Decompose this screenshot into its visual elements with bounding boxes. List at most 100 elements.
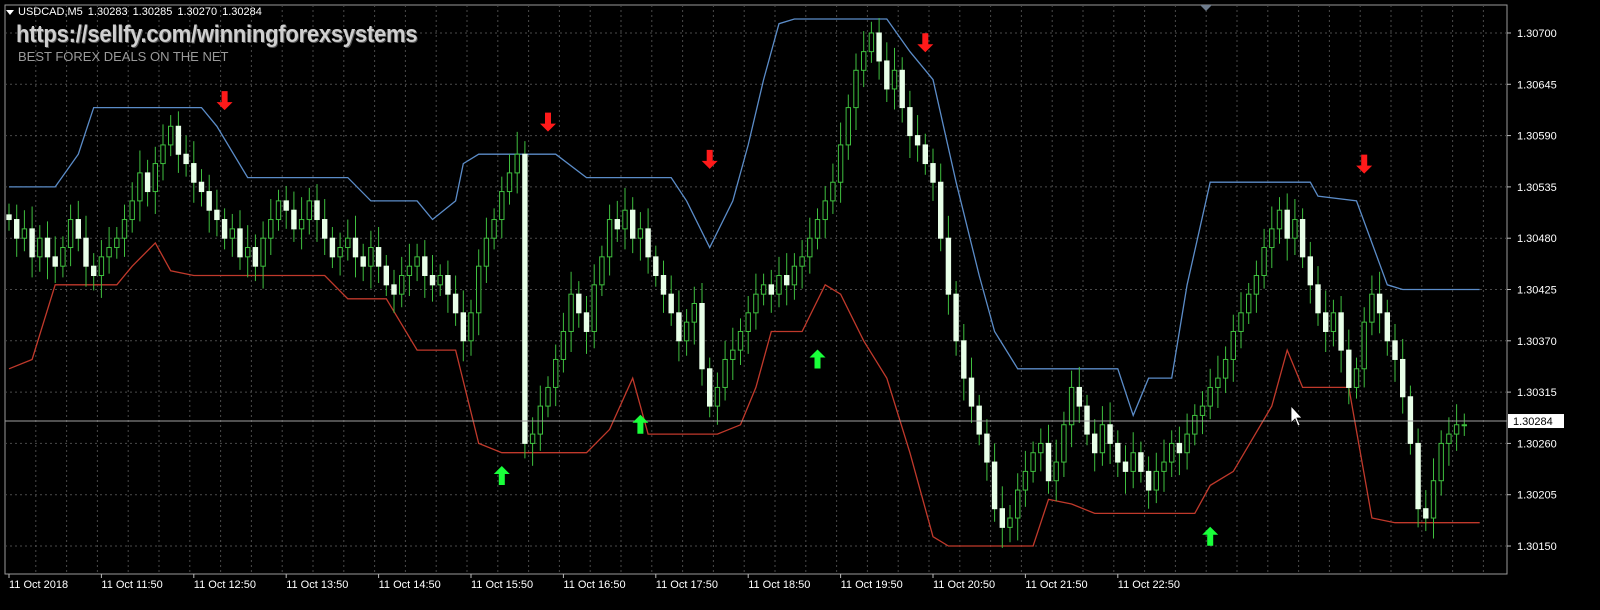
x-tick-label: 11 Oct 13:50	[286, 579, 348, 591]
candle-bear	[291, 209, 297, 230]
candle-bear	[999, 508, 1005, 528]
candle-bull	[229, 228, 236, 239]
candle-bull	[137, 172, 143, 202]
candle-bear	[1307, 256, 1313, 286]
candle-bull	[853, 69, 859, 109]
buy-arrow-icon	[1202, 526, 1219, 546]
candle-bear	[206, 191, 212, 211]
candle-bull	[599, 256, 605, 286]
price-chart[interactable]: 1.30700 1.30645 1.30590 1.30535 1.30480 1.304…	[0, 0, 1600, 610]
candle-bull	[298, 219, 305, 230]
candle-bull	[1061, 424, 1067, 463]
x-tick-label: 11 Oct 16:50	[563, 579, 625, 591]
candle-bear	[1176, 442, 1183, 454]
candle-bull	[37, 237, 43, 258]
candle-bear	[1145, 470, 1152, 491]
candle-bull	[1007, 517, 1013, 528]
candle-bull	[506, 172, 513, 193]
sell-arrow-icon	[917, 33, 934, 53]
candle-bear	[522, 153, 528, 444]
candle-bear	[907, 107, 913, 137]
candle-bull	[722, 358, 728, 388]
candle-bull	[791, 265, 798, 286]
candle-bear	[237, 228, 243, 258]
candle-bull	[1068, 386, 1075, 426]
close-price: 1.30284	[222, 6, 262, 18]
candle-bull	[168, 125, 174, 146]
x-tick-label: 11 Oct 14:50	[379, 579, 441, 591]
y-tick-label: 1.30150	[1517, 541, 1557, 553]
candle-bull	[745, 312, 751, 332]
candle-bull	[129, 200, 135, 221]
candle-bull	[714, 386, 721, 407]
candle-bull	[476, 265, 482, 314]
candle-bear	[91, 265, 97, 277]
candle-bear	[75, 219, 81, 239]
candle-bull	[1369, 293, 1375, 323]
candle-bull	[1207, 386, 1213, 407]
sell-arrow-icon	[540, 112, 556, 132]
candle-bear	[961, 340, 967, 379]
candle-bear	[884, 60, 890, 90]
candle-bear	[1415, 442, 1421, 510]
candle-bear	[314, 200, 320, 221]
candle-bull	[121, 219, 128, 239]
candle-bear	[1076, 386, 1082, 407]
candle-bear	[1346, 349, 1352, 388]
x-tick-label: 11 Oct 22:50	[1118, 579, 1180, 591]
chart-shift-marker-icon[interactable]	[1200, 5, 1212, 11]
candle-bull	[21, 228, 28, 239]
candle-bull	[568, 293, 574, 332]
candle-bull	[637, 228, 644, 239]
candle-bear	[576, 293, 582, 314]
x-tick-label: 11 Oct 21:50	[1025, 579, 1087, 591]
candle-bear	[221, 219, 228, 239]
candle-bull	[1161, 461, 1167, 472]
candle-bear	[6, 214, 12, 221]
candle-bear	[976, 405, 982, 435]
candle-bear	[391, 284, 397, 295]
candle-bull	[730, 349, 736, 360]
x-tick-label: 11 Oct 20:50	[933, 579, 995, 591]
sell-arrow-icon	[1356, 154, 1373, 174]
candle-bear	[991, 461, 998, 510]
sell-arrow-icon	[216, 91, 233, 111]
candle-bull	[1461, 424, 1467, 427]
candle-bull	[337, 247, 343, 258]
candle-bull	[807, 237, 813, 258]
candle-bear	[1092, 433, 1098, 454]
candle-bull	[691, 302, 697, 323]
symbol-label: USDCAD,M5	[18, 6, 83, 18]
candle-bear	[429, 275, 436, 286]
open-price: 1.30283	[87, 6, 128, 18]
candle-bull	[837, 144, 844, 183]
candle-bear	[1407, 396, 1414, 444]
candle-bull	[1361, 321, 1367, 370]
candle-bear	[953, 293, 959, 342]
candle-bear	[1115, 442, 1121, 463]
candle-bull	[306, 200, 313, 221]
candle-bull	[1215, 377, 1221, 388]
candle-bear	[183, 153, 189, 165]
candle-bull	[1330, 312, 1337, 332]
candle-bear	[583, 312, 590, 332]
candle-bear	[914, 135, 921, 146]
watermark-tagline: BEST FOREX DEALS ON THE NET	[18, 49, 229, 64]
candle-bull	[1430, 480, 1437, 519]
candle-bull	[753, 293, 759, 314]
candle-bear	[922, 144, 928, 165]
candle-bull	[245, 247, 251, 258]
candle-bull	[1153, 470, 1159, 491]
candle-bull	[776, 275, 782, 295]
candle-bull	[737, 330, 744, 351]
candle-bull	[1038, 442, 1044, 454]
candle-bull	[891, 69, 898, 90]
y-tick-label: 1.30315	[1517, 387, 1557, 399]
candle-bear	[1138, 452, 1144, 472]
dropdown-triangle-icon[interactable]	[6, 9, 14, 15]
candle-bear	[452, 293, 459, 314]
candle-bear	[175, 125, 182, 155]
candle-bear	[614, 219, 620, 230]
candle-bull	[60, 247, 66, 267]
chart-root[interactable]: 1.30700 1.30645 1.30590 1.30535 1.30480 1.304…	[0, 0, 1600, 610]
